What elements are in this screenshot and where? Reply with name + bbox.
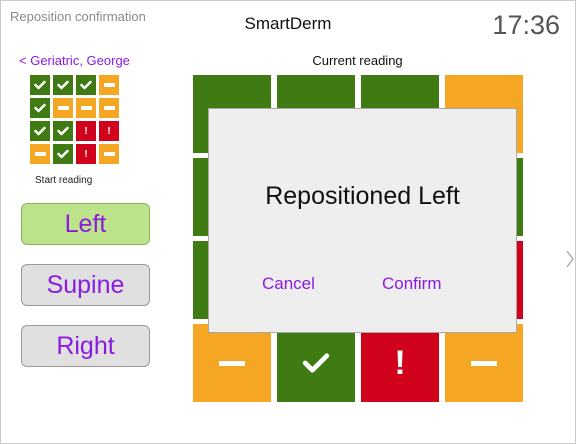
exclamation-icon: ! bbox=[394, 343, 406, 382]
check-icon bbox=[57, 149, 69, 159]
dash-icon bbox=[103, 106, 115, 110]
check-icon bbox=[34, 103, 46, 113]
status-cell-green bbox=[53, 121, 73, 141]
dash-icon bbox=[103, 83, 115, 87]
chevron-right-icon[interactable] bbox=[565, 249, 575, 269]
check-icon bbox=[57, 80, 69, 90]
status-cell-orange bbox=[53, 98, 73, 118]
supine-position-button[interactable]: Supine bbox=[21, 264, 150, 306]
status-cell-green bbox=[76, 75, 96, 95]
status-cell-green bbox=[30, 98, 50, 118]
status-cell-orange bbox=[30, 144, 50, 164]
status-cell-red: ! bbox=[76, 121, 96, 141]
dash-icon bbox=[103, 152, 115, 156]
reposition-confirm-dialog: Repositioned Left Cancel Confirm bbox=[208, 108, 517, 333]
dash-icon bbox=[57, 106, 69, 110]
status-cell-orange bbox=[99, 75, 119, 95]
back-to-patient-link[interactable]: < Geriatric, George bbox=[19, 53, 130, 68]
dash-icon bbox=[219, 360, 245, 366]
status-cell-orange bbox=[76, 98, 96, 118]
dash-icon bbox=[80, 106, 92, 110]
status-cell-red: ! bbox=[99, 121, 119, 141]
clock: 17:36 bbox=[492, 10, 560, 40]
status-cell-red: ! bbox=[76, 144, 96, 164]
status-cell-orange bbox=[445, 324, 523, 402]
right-position-button[interactable]: Right bbox=[21, 325, 150, 367]
status-cell-orange bbox=[193, 324, 271, 402]
left-position-button[interactable]: Left bbox=[21, 203, 150, 245]
check-icon bbox=[34, 126, 46, 136]
exclamation-icon: ! bbox=[107, 125, 111, 137]
check-icon bbox=[57, 126, 69, 136]
cancel-button[interactable]: Cancel bbox=[262, 274, 315, 294]
status-cell-green bbox=[30, 75, 50, 95]
exclamation-icon: ! bbox=[84, 148, 88, 160]
start-reading-label: Start reading bbox=[35, 175, 93, 186]
status-cell-orange bbox=[99, 144, 119, 164]
dash-icon bbox=[471, 360, 497, 366]
check-icon bbox=[302, 353, 330, 373]
dash-icon bbox=[34, 152, 46, 156]
dialog-title: Repositioned Left bbox=[265, 182, 460, 210]
status-cell-green bbox=[53, 75, 73, 95]
status-cell-red: ! bbox=[361, 324, 439, 402]
app-title: SmartDerm bbox=[244, 14, 332, 33]
exclamation-icon: ! bbox=[84, 125, 88, 137]
confirm-button[interactable]: Confirm bbox=[382, 274, 442, 294]
status-cell-green bbox=[30, 121, 50, 141]
check-icon bbox=[80, 80, 92, 90]
status-cell-green bbox=[277, 324, 355, 402]
status-cell-green bbox=[53, 144, 73, 164]
start-reading-grid: !!! bbox=[30, 75, 119, 164]
check-icon bbox=[34, 80, 46, 90]
current-reading-label: Current reading bbox=[312, 53, 403, 68]
status-cell-orange bbox=[99, 98, 119, 118]
